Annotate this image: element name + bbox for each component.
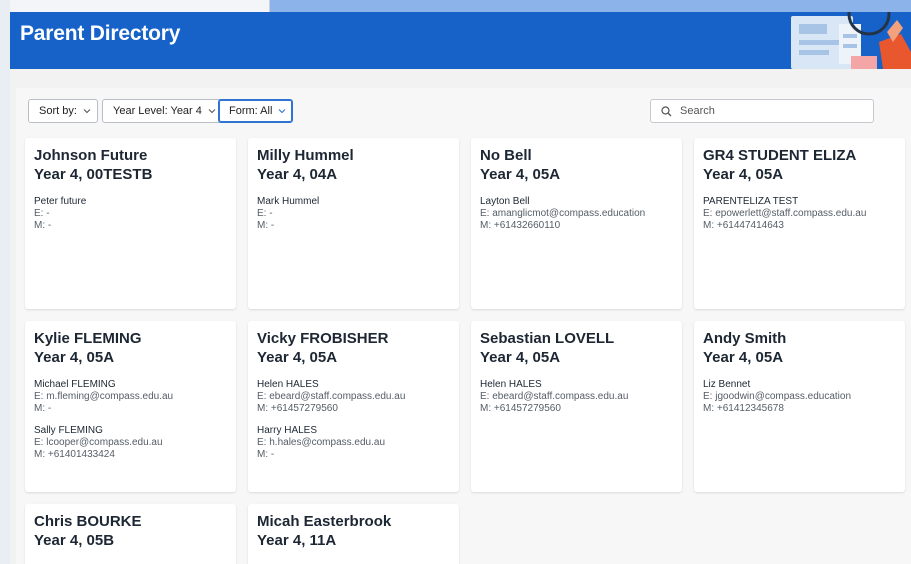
parent-email: E: jgoodwin@compass.education xyxy=(703,391,852,402)
parent-contact: Layton Bell E: amanglicmot@compass.educa… xyxy=(480,196,673,232)
parent-name: Harry HALES xyxy=(257,425,318,436)
parent-contact: Harry HALES E: h.hales@compass.edu.au M:… xyxy=(257,425,450,461)
year-level-dropdown[interactable]: Year Level: Year 4 xyxy=(102,99,223,123)
parent-email: E: h.hales@compass.edu.au xyxy=(257,437,386,448)
student-card[interactable]: No Bell Year 4, 05A Layton Bell E: amang… xyxy=(471,138,682,309)
chevron-down-icon xyxy=(83,109,91,114)
parent-mobile: M: +61401433424 xyxy=(34,449,115,460)
student-year-form: Year 4, 05A xyxy=(34,349,115,366)
parent-mobile: M: - xyxy=(257,220,275,231)
search-placeholder: Search xyxy=(680,105,715,117)
student-year-form: Year 4, 04A xyxy=(257,166,338,183)
parent-contact: PARENTELIZA TEST E: epowerlett@staff.com… xyxy=(703,196,896,232)
background-left-strip xyxy=(0,0,10,564)
parent-email: E: - xyxy=(34,208,50,219)
student-name: No Bell xyxy=(480,147,532,164)
parent-mobile: M: +61447414643 xyxy=(703,220,784,231)
parent-mobile: M: - xyxy=(34,220,52,231)
filter-toolbar: Sort by: Year Level: Year 4 Form: All Se… xyxy=(16,88,911,135)
student-name: Sebastian LOVELL xyxy=(480,330,615,347)
dialog-header: Parent Directory xyxy=(10,12,911,69)
parent-name: Mark Hummel xyxy=(257,196,320,207)
parent-email: E: ebeard@staff.compass.edu.au xyxy=(257,391,406,402)
student-card[interactable]: Chris BOURKE Year 4, 05B xyxy=(25,504,236,564)
parent-name: Liz Bennet xyxy=(703,379,751,390)
student-card[interactable]: Vicky FROBISHER Year 4, 05A Helen HALES … xyxy=(248,321,459,492)
parent-name: Michael FLEMING xyxy=(34,379,116,390)
parent-mobile: M: - xyxy=(257,449,275,460)
parent-contact: Liz Bennet E: jgoodwin@compass.education… xyxy=(703,379,896,415)
student-name: Andy Smith xyxy=(703,330,787,347)
student-card[interactable]: Kylie FLEMING Year 4, 05A Michael FLEMIN… xyxy=(25,321,236,492)
parent-mobile: M: - xyxy=(34,403,52,414)
form-dropdown[interactable]: Form: All xyxy=(218,99,294,123)
student-name: Johnson Future xyxy=(34,147,148,164)
student-card[interactable]: Milly Hummel Year 4, 04A Mark Hummel E: … xyxy=(248,138,459,309)
student-card[interactable]: GR4 STUDENT ELIZA Year 4, 05A PARENTELIZ… xyxy=(694,138,905,309)
sort-by-label: Sort by: xyxy=(39,105,77,117)
parent-name: PARENTELIZA TEST xyxy=(703,196,799,207)
parent-email: E: m.fleming@compass.edu.au xyxy=(34,391,174,402)
student-card[interactable]: Micah Easterbrook Year 4, 11A xyxy=(248,504,459,564)
dialog-title: Parent Directory xyxy=(20,22,181,45)
student-year-form: Year 4, 05A xyxy=(703,349,784,366)
parent-contact: Sally FLEMING E: lcooper@compass.edu.au … xyxy=(34,425,227,461)
parent-name: Peter future xyxy=(34,196,87,207)
student-year-form: Year 4, 00TESTB xyxy=(34,166,153,183)
student-name: GR4 STUDENT ELIZA xyxy=(703,147,857,164)
parent-email: E: epowerlett@staff.compass.edu.au xyxy=(703,208,867,219)
parent-contact: Helen HALES E: ebeard@staff.compass.edu.… xyxy=(257,379,450,415)
student-name: Micah Easterbrook xyxy=(257,513,392,530)
parent-mobile: M: +61457279560 xyxy=(257,403,338,414)
student-year-form: Year 4, 05A xyxy=(480,166,561,183)
parent-email: E: amanglicmot@compass.education xyxy=(480,208,646,219)
parent-email: E: ebeard@staff.compass.edu.au xyxy=(480,391,629,402)
parent-directory-dialog: Parent Directory Sort by: Year Level: Ye… xyxy=(10,12,911,564)
student-year-form: Year 4, 11A xyxy=(257,532,337,549)
sort-by-dropdown[interactable]: Sort by: xyxy=(28,99,98,123)
parent-mobile: M: +61432660110 xyxy=(480,220,561,231)
student-year-form: Year 4, 05B xyxy=(34,532,115,549)
student-year-form: Year 4, 05A xyxy=(257,349,338,366)
parent-email: E: lcooper@compass.edu.au xyxy=(34,437,163,448)
parent-name: Sally FLEMING xyxy=(34,425,103,436)
parent-contact: Michael FLEMING E: m.fleming@compass.edu… xyxy=(34,379,227,415)
student-year-form: Year 4, 05A xyxy=(480,349,561,366)
parent-contact: Mark Hummel E: - M: - xyxy=(257,196,450,232)
student-name: Vicky FROBISHER xyxy=(257,330,389,347)
parent-mobile: M: +61457279560 xyxy=(480,403,561,414)
parent-contact: Peter future E: - M: - xyxy=(34,196,227,232)
student-card[interactable]: Sebastian LOVELL Year 4, 05A Helen HALES… xyxy=(471,321,682,492)
parent-email: E: - xyxy=(257,208,273,219)
chevron-down-icon xyxy=(279,109,286,114)
search-icon xyxy=(661,105,672,116)
student-name: Milly Hummel xyxy=(257,147,354,164)
parent-mobile: M: +61412345678 xyxy=(703,403,784,414)
student-card[interactable]: Andy Smith Year 4, 05A Liz Bennet E: jgo… xyxy=(694,321,905,492)
directory-content: Sort by: Year Level: Year 4 Form: All Se… xyxy=(16,88,911,564)
student-year-form: Year 4, 05A xyxy=(703,166,784,183)
search-input[interactable]: Search xyxy=(650,99,874,123)
parent-contact: Helen HALES E: ebeard@staff.compass.edu.… xyxy=(480,379,673,415)
parent-name: Layton Bell xyxy=(480,196,530,207)
student-card[interactable]: Johnson Future Year 4, 00TESTB Peter fut… xyxy=(25,138,236,309)
header-illustration-icon xyxy=(751,12,911,69)
chevron-down-icon xyxy=(208,109,216,114)
year-level-label: Year Level: Year 4 xyxy=(113,105,202,117)
parent-name: Helen HALES xyxy=(480,379,542,390)
student-name: Chris BOURKE xyxy=(34,513,142,530)
form-label: Form: All xyxy=(229,105,273,117)
background-window-tab xyxy=(0,0,270,12)
student-name: Kylie FLEMING xyxy=(34,330,142,347)
parent-name: Helen HALES xyxy=(257,379,319,390)
